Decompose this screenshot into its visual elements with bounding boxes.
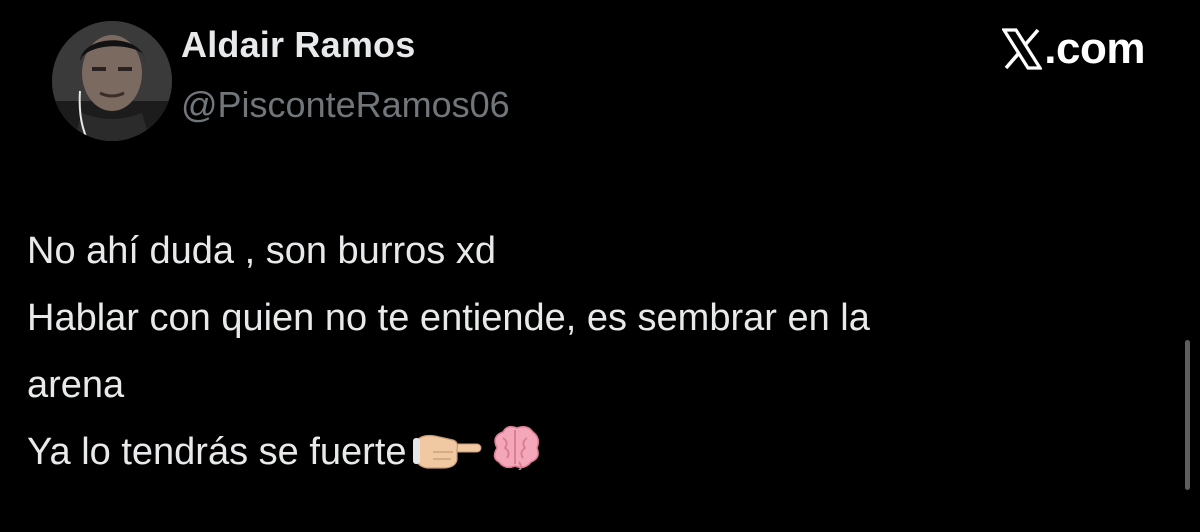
tweet-line-with-emoji: Ya lo tendrás se fuerte [27,419,1167,492]
x-logo-icon [1002,28,1043,70]
brand-domain-label: .com [1044,24,1145,73]
tweet-card: Aldair Ramos @PisconteRamos06 .com No ah… [0,0,1200,532]
tweet-line: No ahí duda , son burros xd [27,230,496,272]
tweet-text: No ahí duda , son burros xd Hablar con q… [27,218,1167,492]
tweet-line: arena [27,364,125,406]
author-display-name[interactable]: Aldair Ramos [181,24,415,66]
profile-photo [52,21,172,141]
scrollbar[interactable] [1185,340,1190,490]
brain-emoji [489,424,541,492]
brand-watermark: .com [1002,24,1145,74]
tweet-line: Hablar con quien no te entiende, es semb… [27,297,870,339]
pointing-hand-emoji [412,425,483,492]
tweet-line-text: Ya lo tendrás se fuerte [27,431,407,473]
avatar[interactable] [52,21,172,141]
author-handle[interactable]: @PisconteRamos06 [181,84,510,126]
